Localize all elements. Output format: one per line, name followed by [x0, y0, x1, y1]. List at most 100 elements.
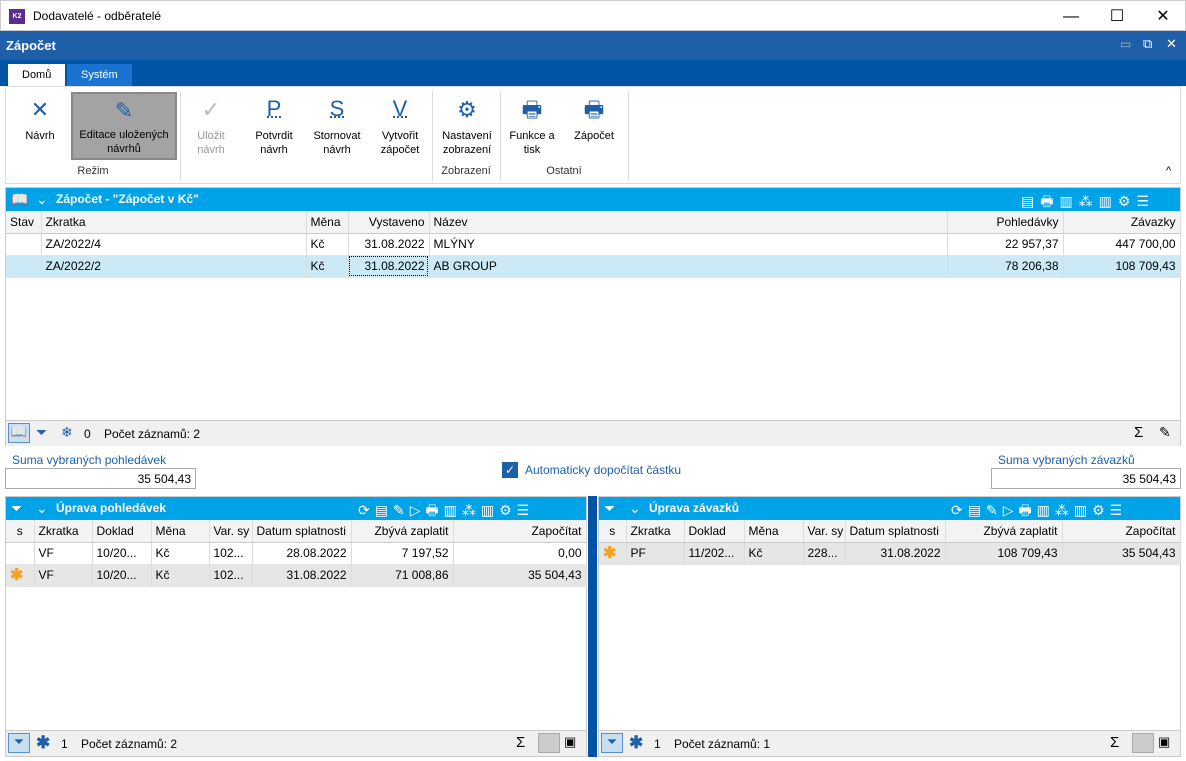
cell: 102...	[209, 564, 253, 587]
printer-icon: 🖶	[583, 97, 605, 122]
col-datum-splatnosti[interactable]: Datum splatnosti	[252, 520, 352, 543]
p-icon: P	[266, 96, 282, 121]
add-record-icon[interactable]: ▣	[564, 734, 576, 750]
col-s[interactable]: s	[599, 520, 627, 543]
cell: 108 709,43	[945, 542, 1063, 565]
payables-sum-field[interactable]	[991, 468, 1181, 489]
snowflake-icon[interactable]: ❄	[61, 424, 73, 441]
col-zkratka[interactable]: Zkratka	[626, 520, 685, 543]
col-zkratka[interactable]: Zkratka	[41, 211, 307, 234]
nastaveni-button[interactable]: ⚙ Nastavení zobrazení	[436, 91, 498, 157]
sum-icon[interactable]: Σ	[516, 734, 525, 751]
add-record-icon[interactable]: ▣	[1158, 734, 1170, 750]
auto-calc-checkbox[interactable]: ✓	[502, 462, 518, 478]
check-icon: ✓	[201, 97, 221, 122]
cell: ZA/2022/4	[41, 233, 307, 256]
funkce-tisk-button[interactable]: 🖶 Funkce a tisk	[504, 91, 560, 157]
toggle-button[interactable]	[538, 733, 560, 753]
app-header-title: Zápočet	[6, 38, 56, 53]
chevron-down-icon[interactable]: ⌄	[36, 500, 48, 517]
col-var-symbol[interactable]: Var. sy	[209, 520, 253, 543]
col-mena[interactable]: Měna	[306, 211, 349, 234]
sum-icon[interactable]: Σ	[1134, 424, 1143, 441]
zapocet-label: Zápočet	[574, 130, 614, 142]
cell: Kč	[306, 233, 349, 256]
filter-icon[interactable]: ⏷	[11, 500, 22, 517]
marked-icon	[6, 542, 35, 565]
col-datum-splatnosti[interactable]: Datum splatnosti	[845, 520, 946, 543]
table-row[interactable]: VF 10/20... Kč 102... 28.08.2022 7 197,52 0,00	[6, 542, 587, 565]
filter-icon[interactable]: ⏷	[604, 500, 615, 517]
tab-system[interactable]: Systém	[67, 64, 132, 86]
zavazky-panel: ⏷ ⌄ Úprava závazků ⟳▤✎▷🖶▥⁂▥⚙☰ s Zkratka Do…	[598, 496, 1181, 757]
panel-header: ⏷ ⌄ Úprava pohledávek ⟳▤✎▷🖶▥⁂▥⚙☰	[6, 497, 586, 520]
cell: 0,00	[453, 542, 587, 565]
receivables-sum-label: Suma vybraných pohledávek	[12, 453, 167, 467]
table-row-selected[interactable]: ZA/2022/2 Kč 31.08.2022 AB GROUP 78 206,38 10…	[6, 255, 1181, 278]
col-zavazky[interactable]: Závazky	[1063, 211, 1181, 234]
toggle-button[interactable]	[1132, 733, 1154, 753]
maximize-icon[interactable]: ⧉	[1143, 36, 1152, 52]
zapocet-print-button[interactable]: 🖶 Zápočet	[566, 91, 622, 143]
stornovat-label: Stornovat návrh	[313, 130, 361, 156]
vytvorit-button[interactable]: V Vytvořit zápočet	[372, 91, 428, 157]
tab-domu[interactable]: Domů	[8, 64, 66, 86]
edit-icon[interactable]: ✎	[1159, 424, 1171, 441]
col-pohledavky[interactable]: Pohledávky	[947, 211, 1064, 234]
asterisk-icon[interactable]: ✱	[36, 733, 50, 753]
col-zapocitat[interactable]: Započítat	[453, 520, 587, 543]
splitter[interactable]	[588, 496, 597, 757]
receivables-sum-field[interactable]	[5, 468, 196, 489]
filter-icon[interactable]: ⏷	[36, 424, 47, 441]
record-count: Počet záznamů: 2	[81, 737, 178, 751]
pohledavky-panel: ⏷ ⌄ Úprava pohledávek ⟳▤✎▷🖶▥⁂▥⚙☰ s Zkratk…	[5, 496, 587, 757]
table-header: Stav Zkratka Měna Vystaveno Název Pohled…	[6, 211, 1181, 234]
pencil-icon: ✎	[114, 98, 134, 123]
table-row-selected[interactable]: ✱ VF 10/20... Kč 102... 31.08.2022 71 008,86 35…	[6, 564, 587, 587]
col-zbyva-zaplatit[interactable]: Zbývá zaplatit	[945, 520, 1063, 543]
col-stav[interactable]: Stav	[6, 211, 42, 234]
panel-footer: 📖 ⏷ ❄ 0 Počet záznamů: 2 Σ ✎	[6, 420, 1180, 446]
filter-icon[interactable]: ⏷	[8, 733, 30, 753]
zavazky-table: s Zkratka Doklad Měna Var. sy Datum splatnost…	[599, 520, 1181, 565]
editace-button[interactable]: ✎ Editace uložených návrhů	[71, 92, 177, 160]
panel-title: Úprava pohledávek	[56, 501, 167, 515]
col-s[interactable]: s	[6, 520, 35, 543]
col-mena[interactable]: Měna	[744, 520, 804, 543]
auto-calc-label: Automaticky dopočítat částku	[525, 463, 682, 477]
book-view-icon[interactable]: 📖	[8, 423, 30, 443]
close-icon[interactable]: ✕	[1166, 36, 1177, 52]
col-var-symbol[interactable]: Var. sy	[803, 520, 846, 543]
chevron-down-icon[interactable]: ⌄	[629, 500, 641, 517]
sum-icon[interactable]: Σ	[1110, 734, 1119, 751]
minimize-button[interactable]: —	[1048, 1, 1094, 32]
col-nazev[interactable]: Název	[429, 211, 948, 234]
col-zapocitat[interactable]: Započítat	[1062, 520, 1181, 543]
filter-icon[interactable]: ⏷	[601, 733, 623, 753]
col-doklad[interactable]: Doklad	[684, 520, 745, 543]
collapse-ribbon-icon[interactable]: ^	[1166, 165, 1171, 177]
close-button[interactable]: ✕	[1140, 1, 1186, 32]
col-zkratka[interactable]: Zkratka	[34, 520, 93, 543]
cell: 447 700,00	[1063, 233, 1181, 256]
book-icon[interactable]: 📖	[11, 191, 28, 208]
chevron-down-icon[interactable]: ⌄	[36, 191, 48, 208]
cell: 78 206,38	[947, 255, 1064, 278]
col-zbyva-zaplatit[interactable]: Zbývá zaplatit	[351, 520, 454, 543]
cell	[6, 255, 42, 278]
table-header: s Zkratka Doklad Měna Var. sy Datum splatnost…	[599, 520, 1181, 543]
panel-title: Zápočet - "Zápočet v Kč"	[56, 192, 199, 206]
potvrdit-button[interactable]: P Potvrdit návrh	[246, 91, 302, 157]
ulozit-button[interactable]: ✓ Uložit návrh	[186, 91, 236, 157]
navrh-button[interactable]: ✕ Návrh	[12, 91, 68, 143]
stornovat-button[interactable]: S Stornovat návrh	[306, 91, 368, 157]
cell: VF	[34, 542, 93, 565]
table-row[interactable]: ZA/2022/4 Kč 31.08.2022 MLÝNY 22 957,37 447 7…	[6, 233, 1181, 256]
col-mena[interactable]: Měna	[151, 520, 210, 543]
maximize-button[interactable]: ☐	[1094, 1, 1140, 32]
restore-icon[interactable]: ▭	[1120, 37, 1131, 51]
col-doklad[interactable]: Doklad	[92, 520, 152, 543]
table-row-selected[interactable]: ✱ PF 11/202... Kč 228... 31.08.2022 108 709,43…	[599, 542, 1181, 565]
col-vystaveno[interactable]: Vystaveno	[348, 211, 430, 234]
asterisk-icon[interactable]: ✱	[629, 733, 643, 753]
